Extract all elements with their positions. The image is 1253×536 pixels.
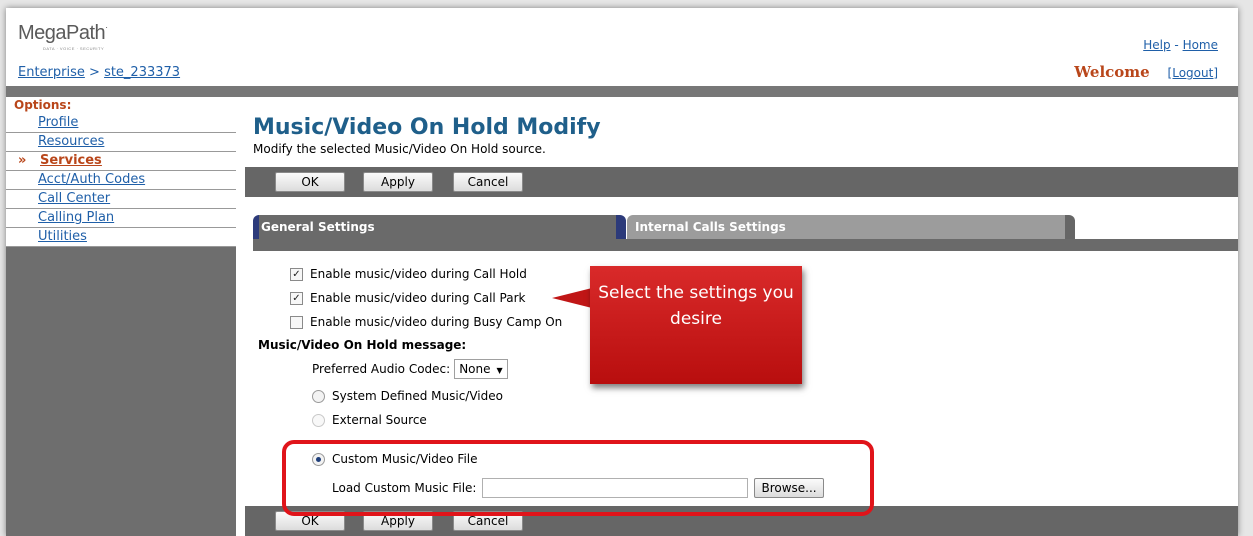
codec-label: Preferred Audio Codec: [312,362,451,376]
app-window: MegaPath· DATA · VOICE · SECURITY Enterp… [6,8,1238,536]
callout-note: Select the settings you desire [590,266,802,384]
call-park-label: Enable music/video during Call Park [310,291,526,305]
codec-select[interactable]: None ▼ [454,359,508,379]
logo-tagline: DATA · VOICE · SECURITY [43,46,105,51]
breadcrumb-enterprise[interactable]: Enterprise [18,65,85,80]
tab-general-settings[interactable]: General Settings [253,215,626,239]
top-button-bar: OK Apply Cancel [245,167,1238,197]
external-source-row: External Source [312,413,427,427]
sidebar-item-utilities[interactable]: Utilities [6,228,236,247]
system-defined-label: System Defined Music/Video [332,389,503,403]
sidebar-heading: Options: [6,97,236,114]
page-subtitle: Modify the selected Music/Video On Hold … [253,142,546,156]
callout-tail [552,288,592,308]
sidebar-item-services[interactable]: » Services [6,152,236,171]
sidebar-item-profile[interactable]: Profile [6,114,236,133]
system-defined-row: System Defined Music/Video [312,389,503,403]
logout-link[interactable]: [Logout] [1168,66,1218,80]
call-hold-checkbox[interactable]: ✓ [290,267,303,281]
ok-button[interactable]: OK [275,172,345,192]
codec-value: None [459,362,491,376]
breadcrumb: Enterprise > ste_233373 [18,65,180,80]
dropdown-arrow-icon: ▼ [496,366,503,375]
call-hold-row: ✓ Enable music/video during Call Hold [290,267,527,281]
tab-label: General Settings [261,220,375,234]
call-park-row: ✓ Enable music/video during Call Park [290,291,525,305]
header: MegaPath· DATA · VOICE · SECURITY Enterp… [6,8,1238,86]
tab-label: Internal Calls Settings [635,220,786,234]
active-marker-icon: » [18,153,27,168]
sidebar: Options: Profile Resources » Services Acc… [6,97,236,536]
external-source-radio [312,413,325,427]
breadcrumb-separator: > [89,65,100,80]
tab-underline [253,239,1238,251]
sidebar-item-acct-auth-codes[interactable]: Acct/Auth Codes [6,171,236,190]
sidebar-item-call-center[interactable]: Call Center [6,190,236,209]
call-park-checkbox[interactable]: ✓ [290,291,303,305]
help-link[interactable]: Help [1143,38,1170,52]
home-link[interactable]: Home [1183,38,1218,52]
external-source-label: External Source [332,413,427,427]
megapath-logo: MegaPath· DATA · VOICE · SECURITY [18,22,108,51]
apply-button[interactable]: Apply [363,172,433,192]
system-defined-radio[interactable] [312,389,325,403]
welcome-area: Welcome [Logout] [1074,63,1218,81]
logo-text: MegaPath [18,22,106,44]
call-hold-label: Enable music/video during Call Hold [310,267,527,281]
tab-corner [1065,215,1075,239]
top-links: Help - Home [1143,38,1218,52]
tab-corner [616,215,626,239]
breadcrumb-site[interactable]: ste_233373 [104,65,180,80]
busy-camp-row: Enable music/video during Busy Camp On [290,315,562,329]
sidebar-item-resources[interactable]: Resources [6,133,236,152]
sidebar-item-calling-plan[interactable]: Calling Plan [6,209,236,228]
busy-camp-checkbox[interactable] [290,315,303,329]
page-title: Music/Video On Hold Modify [253,115,601,140]
links-separator: - [1174,38,1179,52]
tab-internal-calls-settings[interactable]: Internal Calls Settings [627,215,1075,239]
cancel-button[interactable]: Cancel [453,172,523,192]
sidebar-item-label: Services [40,153,102,168]
message-heading: Music/Video On Hold message: [258,338,467,352]
header-band [6,86,1238,97]
busy-camp-label: Enable music/video during Busy Camp On [310,315,563,329]
codec-row: Preferred Audio Codec: None ▼ [312,359,508,379]
welcome-text: Welcome [1074,63,1150,81]
highlight-box [282,440,874,516]
tab-strip: General Settings Internal Calls Settings [245,205,1238,251]
